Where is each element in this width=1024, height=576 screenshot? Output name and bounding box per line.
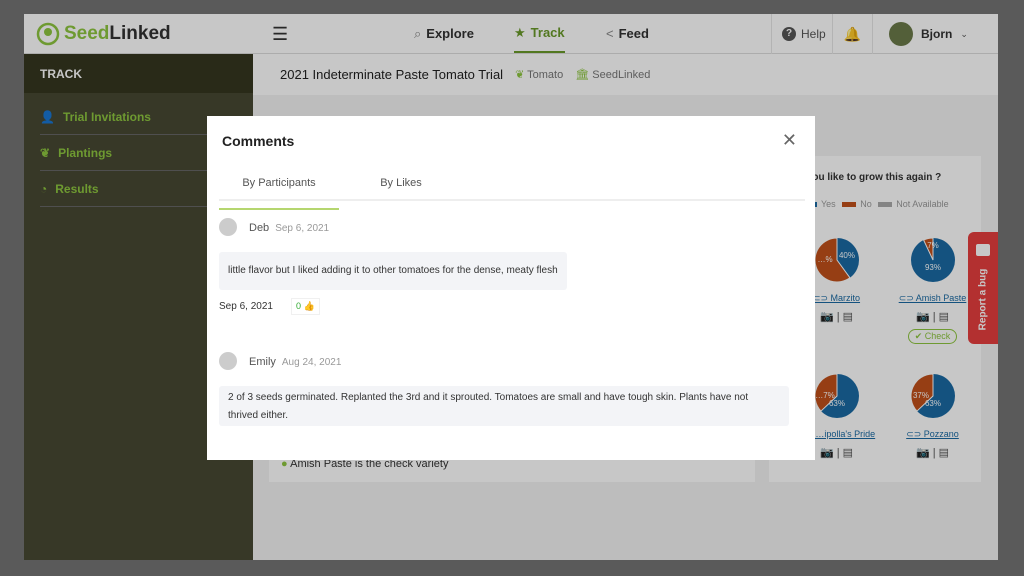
comment-author: Deb [249, 222, 270, 235]
comment-item: Deb Sep 6, 2021 little flavor but I liked… [219, 218, 567, 316]
comment-date: Aug 24, 2021 [281, 357, 342, 369]
comment-text: little flavor but I liked adding it to o… [219, 252, 567, 291]
avatar [219, 352, 237, 370]
comment-footer-date: Sep 6, 2021 [219, 301, 273, 313]
modal-title: Comments [222, 133, 295, 149]
like-count: 0 [295, 301, 301, 312]
comment-text: 2 of 3 seeds germinated. Replanted the 3… [219, 386, 789, 427]
like-button[interactable]: 0 👍 [290, 298, 320, 316]
avatar [219, 218, 237, 236]
close-icon[interactable]: ✕ [782, 130, 797, 151]
thumbs-up-icon: 👍 [303, 301, 315, 312]
app: Seed Linked ☰ ⌕ Explore ★ Track < Feed ? Help… [24, 14, 998, 560]
comment-item: Emily Aug 24, 2021 2 of 3 seeds germinate… [219, 352, 789, 427]
comment-date: Sep 6, 2021 [275, 223, 330, 235]
tab-by-participants[interactable]: By Participants [219, 177, 339, 210]
tab-by-likes[interactable]: By Likes [341, 177, 461, 189]
comments-modal: Comments ✕ By Participants By Likes Deb S… [207, 116, 815, 460]
comment-author: Emily [249, 356, 276, 369]
comment-tabs: By Participants By Likes [219, 168, 805, 210]
